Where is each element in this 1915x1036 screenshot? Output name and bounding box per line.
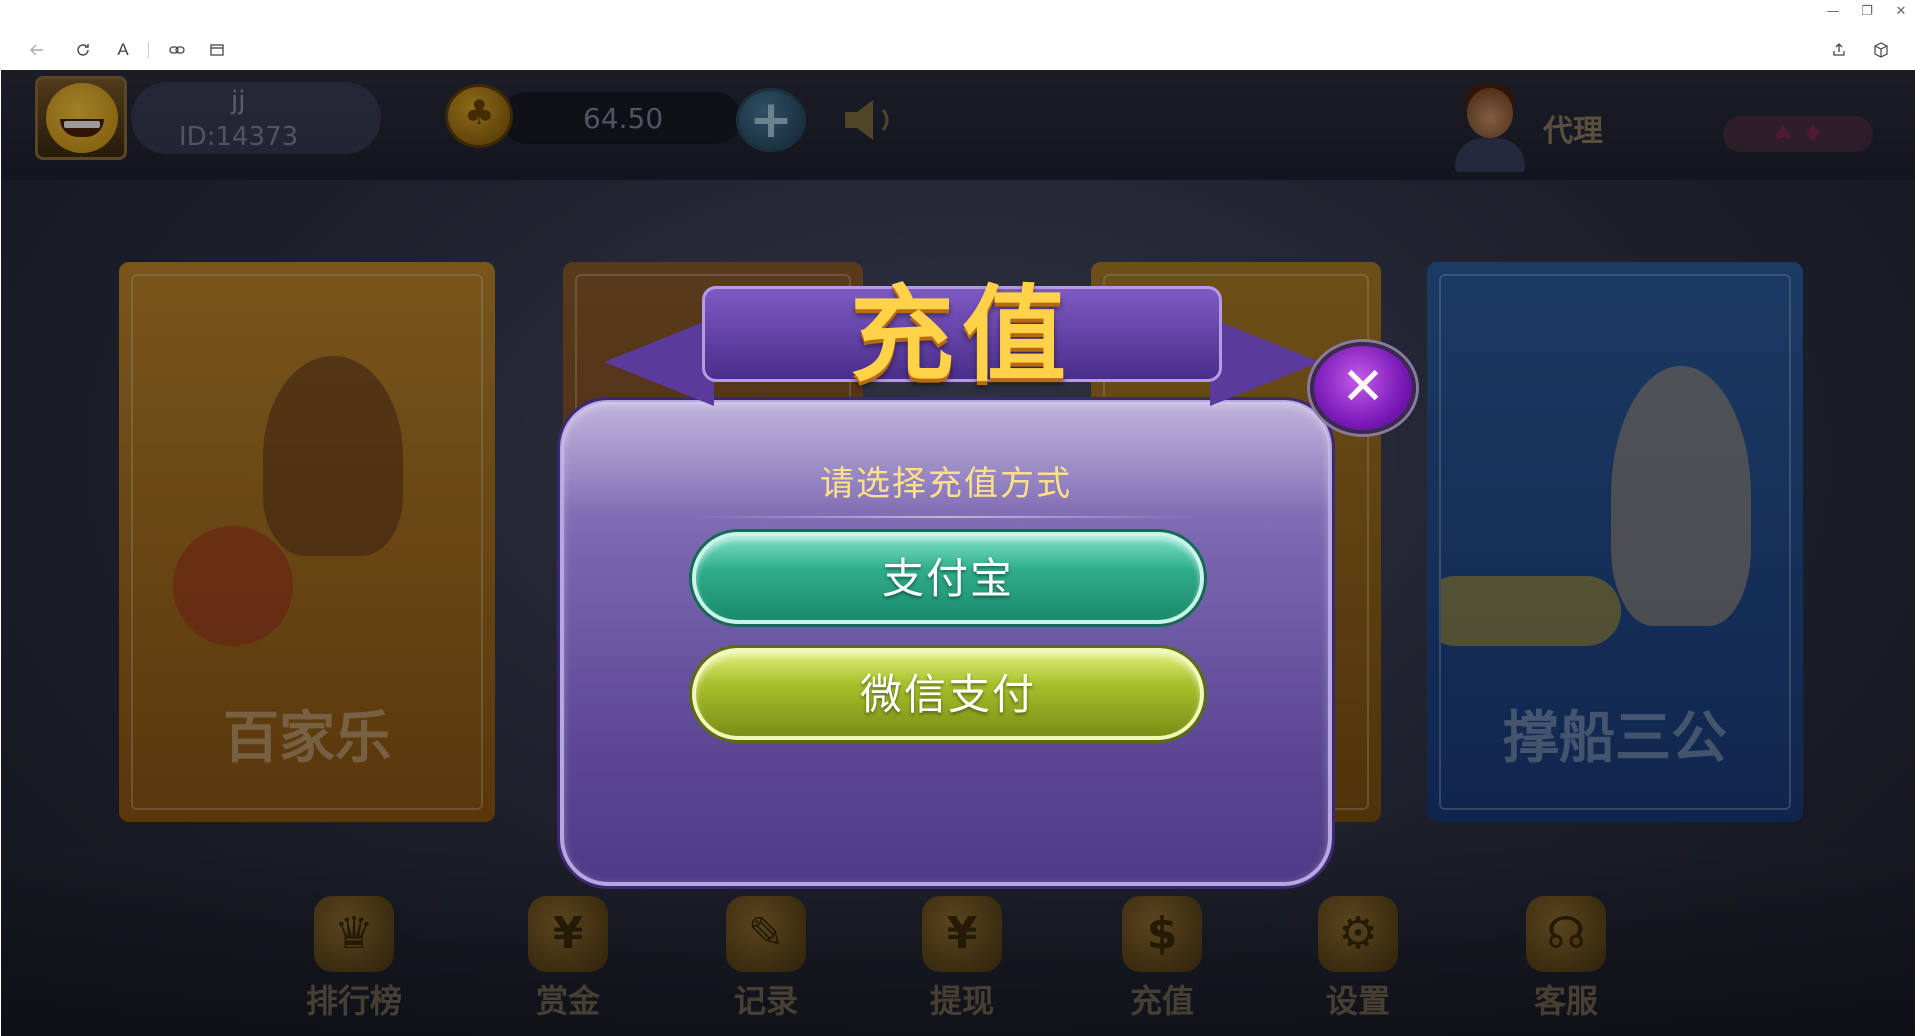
restore-button[interactable]: ❐ [1852, 2, 1882, 22]
smiley-avatar-icon [46, 83, 118, 153]
nav-label: 排行榜 [305, 982, 402, 1020]
money-bag-icon: ¥ [528, 896, 608, 972]
withdraw-icon: ¥ [922, 896, 1002, 972]
user-name: jj [231, 86, 246, 116]
gear-icon: ⚙ [1318, 896, 1398, 972]
game-card-three-cards[interactable]: 撑船三公 [1427, 262, 1803, 822]
nav-label: 客服 [1533, 982, 1598, 1020]
coin-balance: 64.50 [583, 102, 664, 135]
refresh-icon[interactable] [70, 38, 96, 62]
nav-label: 充值 [1129, 982, 1194, 1020]
speaker-icon[interactable] [841, 96, 901, 144]
agent-label[interactable]: 代理 [1543, 106, 1603, 150]
avatar[interactable] [35, 76, 127, 160]
link-icon[interactable] [164, 38, 190, 62]
nav-withdraw[interactable]: ¥ 提现 [897, 896, 1027, 1026]
nav-label: 设置 [1325, 982, 1390, 1020]
game-top-bar: jj ID:14373 64.50 + 代理 ♠ ♦ [1, 70, 1915, 180]
brand-logo: ♠ ♦ [1723, 116, 1873, 152]
toolbar-divider [148, 42, 149, 58]
game-title: 百家乐 [223, 706, 391, 771]
nav-label: 记录 [733, 982, 798, 1020]
minimize-button[interactable]: — [1818, 2, 1848, 22]
divider [694, 516, 1198, 518]
nav-label: 提现 [929, 982, 994, 1020]
nav-recharge[interactable]: $ 充值 [1097, 896, 1227, 1026]
recharge-icon: $ [1122, 896, 1202, 972]
nav-records[interactable]: ✎ 记录 [701, 896, 831, 1026]
dialog-title: 充值 [849, 274, 1074, 396]
nav-settings[interactable]: ⚙ 设置 [1293, 896, 1423, 1026]
agent-avatar[interactable] [1453, 84, 1527, 172]
record-icon: ✎ [726, 896, 806, 972]
share-icon[interactable] [1826, 38, 1852, 62]
wechat-pay-button[interactable]: 微信支付 [692, 648, 1204, 740]
nav-customer-service[interactable]: ☊ 客服 [1501, 896, 1631, 1026]
close-window-button[interactable]: ✕ [1886, 2, 1915, 22]
cube-icon[interactable] [1868, 38, 1894, 62]
close-dialog-button[interactable]: ✕ [1310, 342, 1416, 434]
nav-bounty[interactable]: ¥ 赏金 [503, 896, 633, 1026]
payment-prompt: 请选择充值方式 [820, 464, 1072, 504]
back-arrow-icon[interactable] [24, 38, 50, 62]
user-id: ID:14373 [179, 122, 299, 152]
tab-icon[interactable] [204, 38, 230, 62]
trophy-icon: ♛ [314, 896, 394, 972]
game-card-baccarat[interactable]: 百家乐 [119, 262, 495, 822]
recharge-banner: 充值 [604, 246, 1320, 416]
add-coins-button[interactable]: + [736, 88, 806, 152]
nav-label: 赏金 [535, 982, 600, 1020]
coin-icon [445, 84, 513, 148]
reader-mode-button[interactable]: A [110, 38, 136, 62]
browser-chrome: — ❐ ✕ A [0, 0, 1915, 70]
alipay-button[interactable]: 支付宝 [692, 532, 1204, 624]
game-title: 撑船三公 [1503, 706, 1727, 771]
nav-leaderboard[interactable]: ♛ 排行榜 [289, 896, 419, 1026]
headset-icon: ☊ [1526, 896, 1606, 972]
recharge-dialog: 请选择充值方式 支付宝 微信支付 [560, 400, 1332, 886]
